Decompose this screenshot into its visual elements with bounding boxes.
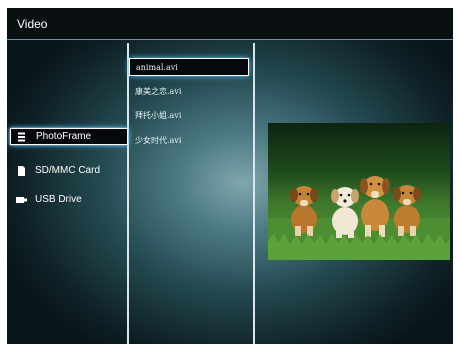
source-item-usb-drive[interactable]: USB Drive	[10, 191, 128, 208]
column-divider-right	[253, 43, 255, 344]
file-name: animal.avi	[136, 62, 178, 72]
file-item-animal[interactable]: animal.avi	[129, 58, 249, 76]
source-item-label: PhotoFrame	[36, 131, 92, 142]
file-name: 少女时代.avi	[135, 135, 182, 145]
file-name: 拜托小姐.avi	[135, 110, 182, 120]
puppies-thumbnail-icon	[268, 123, 450, 260]
usb-icon	[16, 194, 28, 206]
file-item-2[interactable]: 康美之恋.avi	[129, 82, 249, 100]
file-item-4[interactable]: 少女时代.avi	[129, 131, 249, 149]
header-bar: Video	[7, 8, 453, 40]
source-item-label: USB Drive	[35, 194, 82, 205]
file-name: 康美之恋.avi	[135, 86, 182, 96]
source-item-label: SD/MMC Card	[35, 165, 101, 176]
file-item-3[interactable]: 拜托小姐.avi	[129, 106, 249, 124]
page-title: Video	[17, 17, 48, 31]
source-item-sd-mmc-card[interactable]: SD/MMC Card	[10, 162, 128, 179]
video-browser-screen: Video PhotoFrame SD/MMC Card USB Drive a…	[7, 8, 453, 344]
preview-thumbnail	[268, 123, 450, 260]
card-icon	[16, 165, 28, 177]
list-icon	[17, 131, 29, 143]
source-item-photoframe[interactable]: PhotoFrame	[10, 128, 128, 145]
